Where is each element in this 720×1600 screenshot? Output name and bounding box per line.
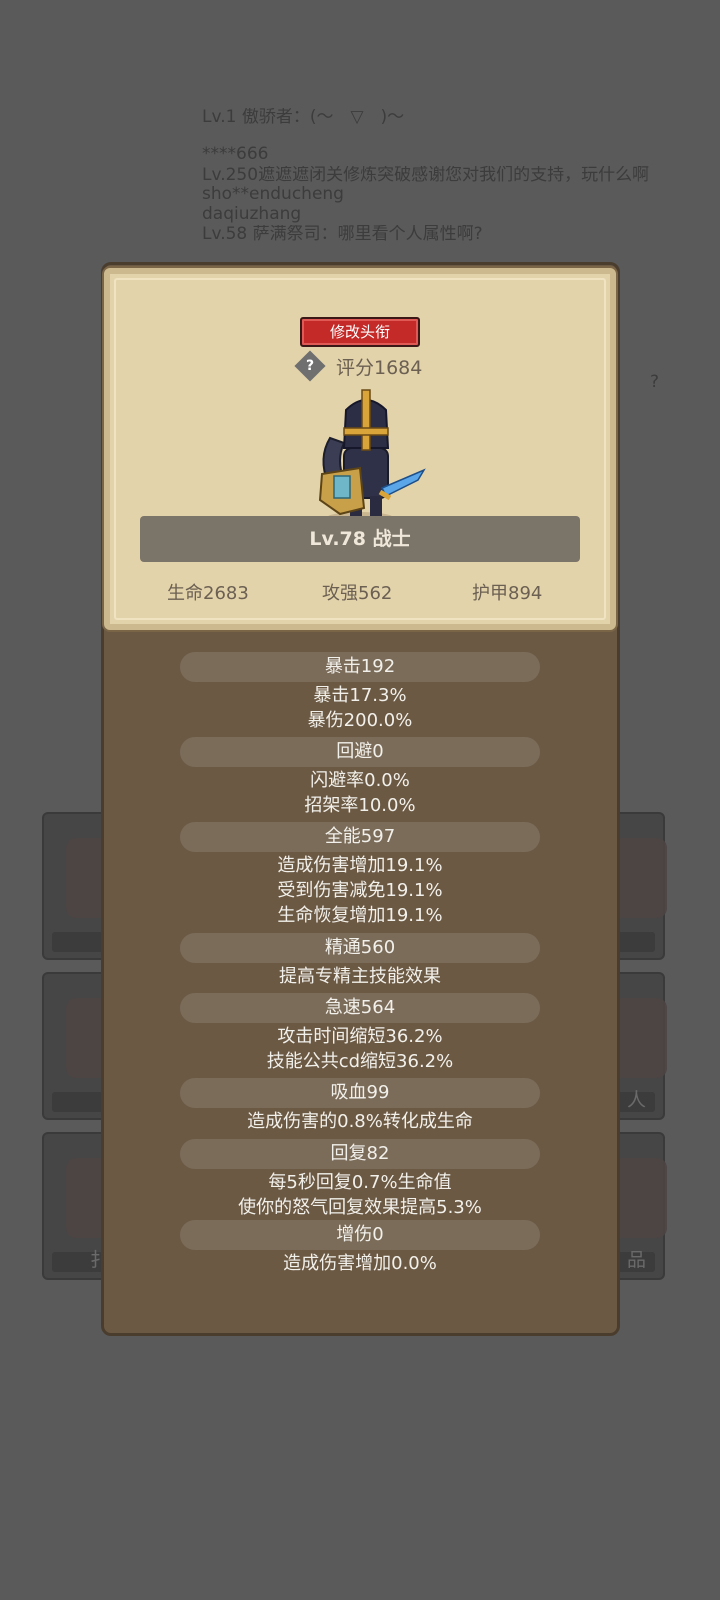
attribute-header: 吸血99 xyxy=(330,1082,390,1103)
attribute-detail: 暴伤200.0% xyxy=(307,710,413,731)
attribute-detail: 受到伤害减免19.1% xyxy=(277,880,443,901)
level-class-bar: Lv.78 战士 xyxy=(140,516,580,562)
chat-line: daqiuzhang xyxy=(202,205,302,223)
attribute-detail: 生命恢复增加19.1% xyxy=(277,905,443,926)
chat-line: Lv.250遮遮遮闭关修炼突破感谢您对我们的支持，玩什么啊 xyxy=(202,166,650,184)
score-label: 评分1684 xyxy=(336,357,423,379)
attribute-header: 全能597 xyxy=(324,826,396,847)
attribute-detail: 招架率10.0% xyxy=(304,795,416,816)
attribute-header: 暴击192 xyxy=(324,656,396,677)
attribute-detail: 造成伤害增加19.1% xyxy=(277,855,443,876)
attribute-header: 精通560 xyxy=(324,937,396,958)
attribute-header: 回复82 xyxy=(330,1143,390,1164)
attack-stat: 攻强562 xyxy=(322,583,393,604)
attribute-detail: 闪避率0.0% xyxy=(310,770,410,791)
attribute-detail: 攻击时间缩短36.2% xyxy=(277,1026,443,1047)
attribute-header: 增伤0 xyxy=(336,1224,384,1245)
attribute-detail: 使你的怒气回复效果提高5.3% xyxy=(238,1197,482,1218)
attribute-header: 急速564 xyxy=(324,997,396,1018)
attribute-header: 回避0 xyxy=(336,741,384,762)
attribute-detail: 造成伤害增加0.0% xyxy=(283,1253,437,1274)
attribute-detail: 提高专精主技能效果 xyxy=(279,966,441,987)
help-icon[interactable]: ? xyxy=(294,350,326,382)
chat-line: Lv.1 傲骄者：(～￣▽￣)～ xyxy=(202,108,405,126)
hp-stat: 生命2683 xyxy=(167,583,249,604)
warrior-avatar-icon xyxy=(318,389,426,524)
change-title-button[interactable]: 修改头衔 xyxy=(300,317,420,347)
attribute-detail: 每5秒回复0.7%生命值 xyxy=(268,1172,452,1193)
attribute-detail: 暴击17.3% xyxy=(313,685,407,706)
attribute-detail: 造成伤害的0.8%转化成生命 xyxy=(247,1111,473,1132)
attribute-detail: 技能公共cd缩短36.2% xyxy=(266,1051,454,1072)
chat-line: ****666 xyxy=(202,145,269,163)
chat-line: sho**enducheng xyxy=(202,185,344,203)
armor-stat: 护甲894 xyxy=(472,583,543,604)
chat-line: Lv.58 萨满祭司：哪里看个人属性啊? xyxy=(202,225,483,243)
chat-line: ? xyxy=(650,373,660,391)
help-icon-glyph: ? xyxy=(305,358,315,374)
